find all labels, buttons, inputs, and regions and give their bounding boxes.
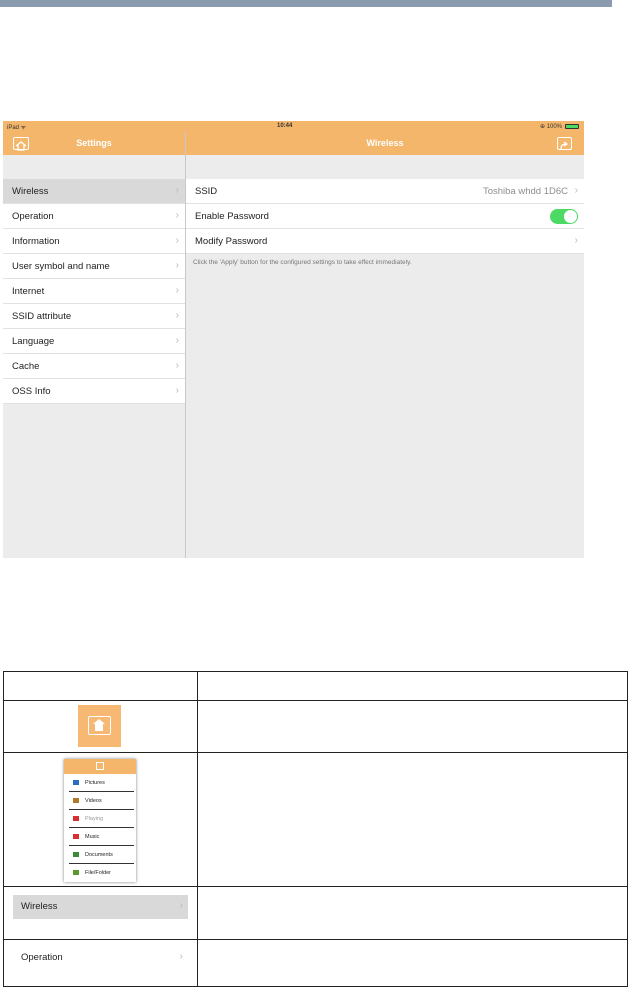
wireless-navbar: Wireless — [186, 131, 584, 155]
playing-icon — [73, 816, 79, 821]
table-rule — [4, 939, 627, 940]
chevron-right-icon: › — [175, 235, 179, 246]
enable-password-row: Enable Password — [186, 204, 584, 229]
wireless-row-sample: Wireless › — [13, 895, 188, 919]
ssid-value: Toshiba whdd 1D6C — [482, 186, 568, 197]
pictures-icon — [73, 780, 79, 785]
menu-item-music: Music — [69, 828, 134, 846]
share-menu-sample: Pictures Videos Playing Music Documents … — [64, 759, 136, 882]
music-icon — [73, 834, 79, 839]
sidebar-item-label: OSS Info — [12, 386, 51, 397]
menu-item-label: File/Folder — [85, 870, 111, 876]
table-column-rule — [197, 672, 198, 986]
chevron-right-icon: › — [179, 951, 183, 962]
menu-item-label: Playing — [85, 816, 104, 822]
clock: 10:44 — [277, 123, 293, 129]
table-rule — [4, 886, 627, 887]
menu-item-videos: Videos — [69, 792, 134, 810]
wireless-title: Wireless — [366, 138, 404, 148]
chevron-right-icon: › — [175, 310, 179, 321]
chevron-right-icon: › — [179, 900, 183, 911]
settings-title: Settings — [76, 138, 112, 148]
sidebar-item-label: Wireless — [12, 186, 49, 197]
sidebar-item-label: SSID attribute — [12, 311, 72, 322]
chevron-right-icon: › — [175, 360, 179, 371]
share-menu-header — [64, 759, 136, 774]
modify-password-label: Modify Password — [195, 236, 268, 247]
menu-item-pictures: Pictures — [69, 774, 134, 792]
sidebar-item-label: Cache — [12, 361, 40, 372]
settings-navbar: Settings — [3, 131, 185, 155]
table-rule — [4, 700, 627, 701]
modify-password-row[interactable]: Modify Password › — [186, 229, 584, 254]
share-icon — [96, 762, 104, 770]
menu-item-file-folder: File/Folder — [69, 864, 134, 882]
sidebar-item-label: Internet — [12, 286, 45, 297]
wireless-detail: SSID Toshiba whdd 1D6C › Enable Password… — [186, 179, 584, 266]
sidebar-item-ssid-attribute[interactable]: SSID attribute › — [3, 304, 185, 329]
sidebar-item-operation[interactable]: Operation › — [3, 204, 185, 229]
sidebar-item-oss-info[interactable]: OSS Info › — [3, 379, 185, 404]
enable-password-toggle[interactable] — [550, 209, 578, 224]
chevron-right-icon: › — [175, 260, 179, 271]
menu-item-label: Music — [85, 834, 100, 840]
sidebar-item-label: Information — [12, 236, 60, 247]
menu-item-label: Pictures — [85, 780, 105, 786]
documents-icon — [73, 852, 79, 857]
home-icon — [88, 716, 111, 735]
ssid-label: SSID — [195, 186, 218, 197]
operation-sample-label: Operation — [21, 952, 63, 963]
battery-icon — [565, 124, 579, 129]
sidebar-item-user-symbol[interactable]: User symbol and name › — [3, 254, 185, 279]
sidebar-item-cache[interactable]: Cache › — [3, 354, 185, 379]
battery-fill — [566, 125, 578, 128]
table-rule — [4, 752, 627, 753]
chevron-right-icon: › — [175, 210, 179, 221]
ssid-row[interactable]: SSID Toshiba whdd 1D6C › — [186, 179, 584, 204]
device-label: iPad ᯤ — [7, 125, 27, 131]
chevron-right-icon: › — [175, 185, 179, 196]
sidebar-item-language[interactable]: Language › — [3, 329, 185, 354]
enable-password-label: Enable Password — [195, 211, 269, 222]
chevron-right-icon: › — [175, 335, 179, 346]
sidebar-item-label: Language — [12, 336, 55, 347]
chevron-right-icon: › — [574, 185, 578, 196]
settings-sidebar: Wireless › Operation › Information › User s… — [3, 179, 185, 404]
operation-row-sample: Operation › — [13, 946, 188, 970]
top-rule — [0, 0, 612, 7]
chevron-right-icon: › — [574, 235, 578, 246]
menu-item-label: Videos — [85, 798, 102, 804]
sidebar-item-wireless[interactable]: Wireless › — [3, 179, 185, 204]
toggle-knob — [564, 210, 577, 223]
sidebar-item-label: Operation — [12, 211, 54, 222]
chevron-right-icon: › — [175, 385, 179, 396]
sidebar-item-internet[interactable]: Internet › — [3, 279, 185, 304]
wireless-sample-label: Wireless — [21, 901, 58, 912]
sidebar-item-information[interactable]: Information › — [3, 229, 185, 254]
share-icon[interactable] — [557, 137, 572, 150]
videos-icon — [73, 798, 79, 803]
menu-item-documents: Documents — [69, 846, 134, 864]
folder-icon — [73, 870, 79, 875]
menu-item-playing: Playing — [69, 810, 134, 828]
menu-item-label: Documents — [85, 852, 113, 858]
share-glyph — [560, 141, 569, 150]
sidebar-item-label: User symbol and name — [12, 261, 110, 272]
home-button-sample — [78, 705, 121, 747]
house-body — [95, 724, 103, 731]
chevron-right-icon: › — [175, 285, 179, 296]
ipad-screenshot: iPad ᯤ 10:44 ⊕ 100% Settings Wireless Wi… — [3, 121, 584, 558]
apply-hint: Click the 'Apply' button for the configu… — [193, 259, 412, 266]
status-bar: iPad ᯤ 10:44 ⊕ 100% — [3, 121, 584, 131]
battery-text: ⊕ 100% — [539, 124, 562, 130]
